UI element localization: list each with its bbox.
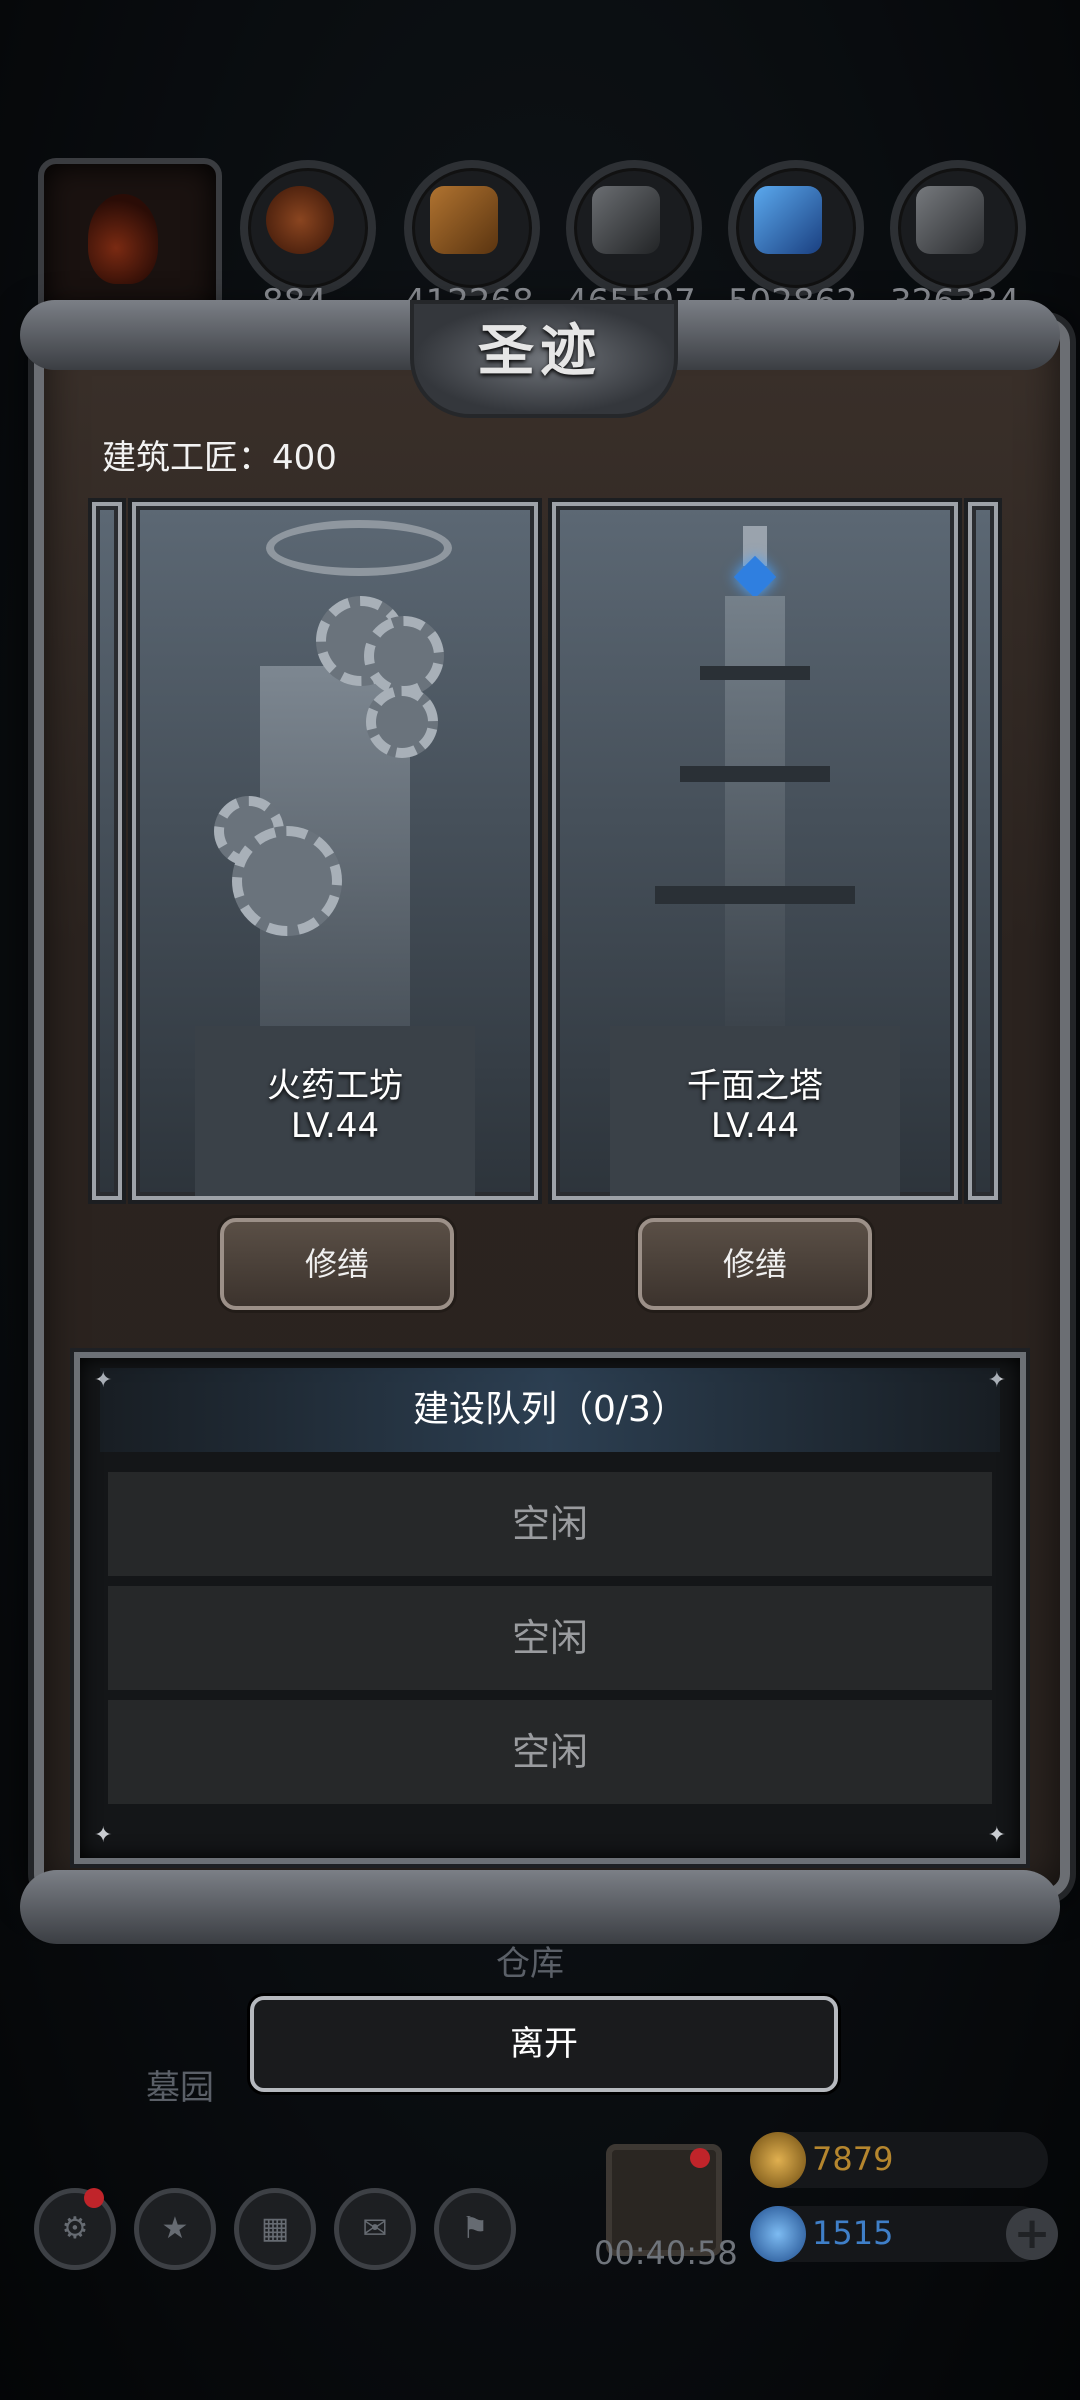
player-portrait[interactable] [38,158,222,320]
queue-slot[interactable]: 空闲 [108,1472,992,1576]
craftsmen-count: 建筑工匠：400 [102,438,337,478]
guild-icon[interactable]: ⚑ [434,2188,516,2270]
corner-star-icon: ✦ [94,1823,113,1848]
cemetery-label: 墓园 [146,2068,214,2108]
ranking-icon[interactable]: ▦ [234,2188,316,2270]
queue-slot[interactable]: 空闲 [108,1586,992,1690]
building-name: 千面之塔 [687,1066,823,1106]
gem-amount: 1515 [812,2214,894,2252]
medal-icon[interactable]: ★ [134,2188,216,2270]
repair-button-tower[interactable]: 修缮 [638,1218,872,1310]
building-level: LV.44 [290,1106,380,1146]
building-level: LV.44 [710,1106,800,1146]
gear-decoration [366,686,438,758]
wood-icon [404,160,540,296]
building-name: 火药工坊 [267,1066,403,1106]
iron-icon [566,160,702,296]
notification-dot [84,2188,104,2208]
gem-icon [750,2206,806,2262]
gear-decoration [232,826,342,936]
prev-card-edge[interactable] [92,502,122,1200]
blue-crystal [733,555,777,599]
gold-icon [750,2132,806,2188]
gear-decoration [364,616,444,696]
leave-button[interactable]: 离开 [250,1996,838,2092]
gift-timer: 00:40:58 [594,2234,738,2272]
mail-icon[interactable]: ✉ [334,2188,416,2270]
tower-ledge [680,766,830,782]
thousand-faces-tower-image [725,596,785,1026]
dialog-bottom-frame [20,1870,1060,1944]
corner-star-icon: ✦ [987,1823,1006,1848]
queue-title: 建设队列（0/3） [100,1368,1000,1452]
construction-queue-panel: ✦ ✦ ✦ ✦ 建设队列（0/3） 空闲 空闲 空闲 [74,1352,1026,1864]
building-card-tower[interactable]: 千面之塔 LV.44 [552,502,958,1200]
crystal-icon [728,160,864,296]
ore-icon [240,160,376,296]
stone-icon [890,160,1026,296]
next-card-edge[interactable] [968,502,998,1200]
queue-slot[interactable]: 空闲 [108,1700,992,1804]
tower-ledge [655,886,855,904]
add-currency-button[interactable]: + [1006,2208,1058,2260]
tower-ledge [700,666,810,680]
repair-button-gunpowder[interactable]: 修缮 [220,1218,454,1310]
portrait-image [88,194,158,284]
gold-amount: 7879 [812,2140,894,2178]
notification-dot [690,2148,710,2168]
building-card-gunpowder[interactable]: 火药工坊 LV.44 [132,502,538,1200]
rotor-ring [266,520,452,576]
dialog-title: 圣迹 [478,319,602,384]
